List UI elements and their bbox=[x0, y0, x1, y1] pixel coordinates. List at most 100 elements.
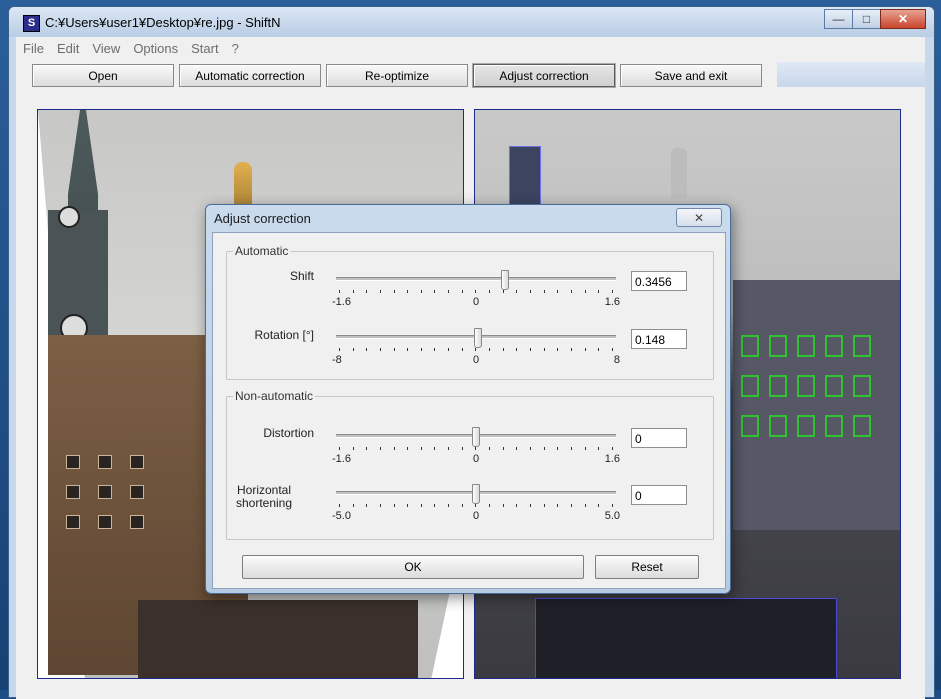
shift-value-input[interactable]: 0.3456 bbox=[631, 271, 687, 291]
menu-options[interactable]: Options bbox=[127, 41, 184, 56]
shift-slider[interactable]: -1.6 0 1.6 bbox=[332, 270, 620, 314]
slider-tick bbox=[339, 447, 340, 450]
slider-tick bbox=[489, 290, 491, 293]
slider-tick bbox=[570, 447, 572, 450]
slider-tick bbox=[407, 447, 409, 450]
horizontal-mid-label: 0 bbox=[472, 510, 480, 522]
slider-tick bbox=[557, 504, 559, 507]
shift-min-label: -1.6 bbox=[332, 296, 351, 308]
slider-tick bbox=[434, 348, 436, 351]
distortion-mid-label: 0 bbox=[472, 453, 480, 465]
slider-tick bbox=[461, 504, 463, 507]
slider-tick bbox=[489, 348, 491, 351]
app-icon[interactable]: S bbox=[23, 15, 40, 32]
slider-tick bbox=[543, 290, 545, 293]
shift-max-label: 1.6 bbox=[604, 296, 620, 308]
distortion-slider-thumb[interactable] bbox=[472, 427, 480, 447]
slider-tick bbox=[543, 504, 545, 507]
toolbar: Open Automatic correction Re-optimize Ad… bbox=[16, 59, 925, 90]
slider-tick bbox=[489, 447, 491, 450]
slider-tick bbox=[352, 348, 354, 351]
slider-tick bbox=[598, 348, 600, 351]
rotation-slider[interactable]: -8 0 8 bbox=[332, 328, 620, 372]
slider-tick bbox=[461, 348, 463, 351]
caption-buttons: — □ ✕ bbox=[824, 9, 926, 29]
slider-tick bbox=[434, 290, 436, 293]
slider-tick bbox=[393, 290, 395, 293]
slider-tick bbox=[584, 504, 586, 507]
menu-help[interactable]: ? bbox=[226, 41, 245, 56]
adjust-correction-dialog: Adjust correction ✕ Automatic Shift -1.6… bbox=[205, 204, 731, 594]
distortion-label: Distortion bbox=[263, 426, 314, 440]
status-strip bbox=[16, 679, 925, 699]
menu-edit[interactable]: Edit bbox=[51, 41, 85, 56]
slider-tick bbox=[557, 447, 559, 450]
adjust-correction-button[interactable]: Adjust correction bbox=[473, 64, 615, 87]
slider-tick bbox=[420, 447, 422, 450]
slider-tick bbox=[570, 290, 572, 293]
building-edge-overlay bbox=[733, 280, 900, 530]
shift-slider-thumb[interactable] bbox=[501, 270, 510, 290]
re-optimize-button[interactable]: Re-optimize bbox=[326, 64, 468, 87]
rotation-mid-label: 0 bbox=[472, 354, 480, 366]
automatic-group: Automatic Shift -1.6 0 1.6 0.3456 Rotati… bbox=[226, 244, 714, 380]
slider-tick bbox=[611, 348, 613, 351]
slider-tick bbox=[516, 447, 518, 450]
maximize-button[interactable]: □ bbox=[852, 9, 881, 29]
slider-tick bbox=[598, 504, 600, 507]
rotation-slider-thumb[interactable] bbox=[474, 328, 483, 348]
horizontal-shortening-slider[interactable]: -5.0 0 5.0 bbox=[332, 484, 620, 528]
save-and-exit-button[interactable]: Save and exit bbox=[620, 64, 762, 87]
slider-tick bbox=[366, 504, 368, 507]
slider-tick bbox=[352, 290, 354, 293]
title-bar[interactable]: S C:¥Users¥user1¥Desktop¥re.jpg - ShiftN… bbox=[9, 7, 934, 37]
menu-bar: File Edit View Options Start ? bbox=[16, 37, 925, 59]
distortion-value-input[interactable]: 0 bbox=[631, 428, 687, 448]
slider-tick bbox=[393, 504, 395, 507]
fountain-base bbox=[138, 600, 418, 678]
shift-label: Shift bbox=[289, 269, 314, 283]
dialog-title: Adjust correction bbox=[214, 211, 311, 226]
slider-tick bbox=[461, 290, 463, 293]
slider-tick bbox=[557, 348, 559, 351]
close-button[interactable]: ✕ bbox=[880, 9, 926, 29]
slider-tick bbox=[339, 290, 340, 293]
slider-tick bbox=[611, 290, 613, 293]
dialog-close-button[interactable]: ✕ bbox=[676, 208, 722, 227]
slider-tick bbox=[598, 447, 600, 450]
reset-button[interactable]: Reset bbox=[595, 555, 699, 579]
slider-tick bbox=[393, 447, 395, 450]
slider-tick bbox=[557, 290, 559, 293]
slider-tick bbox=[339, 348, 340, 351]
rotation-value-input[interactable]: 0.148 bbox=[631, 329, 687, 349]
slider-tick bbox=[584, 348, 586, 351]
menu-file[interactable]: File bbox=[17, 41, 50, 56]
minimize-button[interactable]: — bbox=[824, 9, 853, 29]
automatic-correction-button[interactable]: Automatic correction bbox=[179, 64, 321, 87]
slider-tick bbox=[502, 504, 504, 507]
slider-tick bbox=[434, 504, 436, 507]
horizontal-label-line2: shortening bbox=[235, 496, 293, 510]
distortion-slider[interactable]: -1.6 0 1.6 bbox=[332, 427, 620, 471]
horizontal-shortening-value-input[interactable]: 0 bbox=[631, 485, 687, 505]
slider-tick bbox=[489, 504, 491, 507]
rotation-min-label: -8 bbox=[332, 354, 342, 366]
slider-tick bbox=[516, 504, 518, 507]
open-button[interactable]: Open bbox=[32, 64, 174, 87]
slider-tick bbox=[352, 447, 354, 450]
slider-tick bbox=[461, 447, 463, 450]
slider-tick bbox=[529, 504, 531, 507]
menu-view[interactable]: View bbox=[86, 41, 126, 56]
horizontal-max-label: 5.0 bbox=[604, 510, 620, 522]
slider-tick bbox=[584, 290, 586, 293]
slider-tick bbox=[393, 348, 395, 351]
slider-tick bbox=[379, 447, 381, 450]
menu-start[interactable]: Start bbox=[185, 41, 224, 56]
slider-tick bbox=[366, 447, 368, 450]
slider-tick bbox=[611, 504, 613, 507]
ok-button[interactable]: OK bbox=[242, 555, 584, 579]
slider-tick bbox=[611, 447, 613, 450]
clock-face bbox=[58, 206, 80, 228]
horizontal-shortening-slider-thumb[interactable] bbox=[472, 484, 480, 504]
slider-tick bbox=[448, 290, 450, 293]
